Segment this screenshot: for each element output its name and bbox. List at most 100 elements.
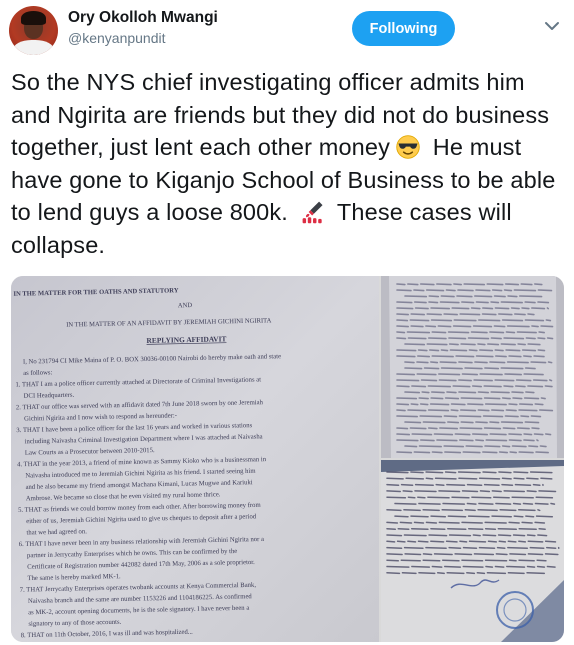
text-stroke	[495, 355, 507, 358]
text-stroke	[438, 373, 461, 376]
avatar-shoulders	[13, 40, 54, 55]
text-stroke	[447, 515, 467, 518]
display-name[interactable]: Ory Okolloh Mwangi	[68, 9, 218, 27]
text-stroke	[451, 307, 470, 310]
text-stroke	[400, 559, 421, 562]
text-stroke	[445, 289, 456, 292]
text-stroke	[521, 307, 530, 310]
text-stroke	[513, 289, 537, 292]
photo-affidavit-page-2[interactable]	[381, 276, 564, 458]
text-stroke	[413, 301, 427, 304]
text-stroke	[403, 534, 427, 537]
text-stroke	[475, 355, 494, 358]
text-stroke	[396, 540, 406, 543]
text-stroke	[431, 451, 443, 454]
text-stroke	[396, 283, 406, 286]
text-stroke	[518, 540, 527, 543]
text-stroke	[475, 289, 491, 292]
text-stroke	[527, 553, 544, 556]
text-stroke	[491, 409, 505, 412]
text-stroke	[518, 559, 535, 562]
text-stroke	[419, 415, 443, 418]
text-stroke	[417, 540, 429, 543]
chevron-down-icon[interactable]	[542, 16, 562, 36]
text-stroke	[396, 289, 412, 292]
text-stroke	[547, 361, 553, 364]
text-stroke	[438, 379, 457, 382]
text-stroke	[437, 325, 452, 328]
text-stroke	[538, 331, 545, 334]
text-stroke	[431, 565, 443, 568]
photo-affidavit-page-3[interactable]	[381, 460, 564, 642]
text-stroke	[397, 527, 410, 531]
text-stroke	[414, 490, 437, 493]
text-stroke	[475, 301, 489, 304]
text-stroke	[517, 343, 526, 346]
doc-and: AND	[178, 302, 193, 309]
text-stroke	[386, 496, 407, 499]
text-stroke	[479, 349, 494, 352]
text-stroke	[403, 509, 421, 512]
text-stroke	[433, 433, 454, 436]
text-stroke	[431, 331, 447, 334]
text-stroke	[521, 349, 537, 352]
text-stroke	[544, 553, 559, 556]
text-stroke	[467, 515, 490, 518]
text-stroke	[450, 403, 466, 406]
text-stroke	[462, 565, 484, 568]
text-stroke	[467, 337, 490, 340]
doc-line: DCI Headquarters.	[24, 392, 75, 400]
text-stroke	[491, 490, 502, 493]
text-stroke	[410, 515, 429, 518]
text-stroke	[537, 301, 550, 304]
text-stroke	[406, 331, 431, 334]
text-stroke	[419, 403, 429, 406]
text-stroke	[489, 433, 507, 436]
text-stroke	[536, 565, 546, 568]
text-stroke	[526, 477, 539, 480]
text-stroke	[422, 509, 440, 512]
text-stroke	[478, 319, 501, 322]
text-stroke	[475, 439, 485, 442]
text-stroke	[516, 427, 530, 430]
text-stroke	[499, 509, 517, 512]
text-stroke	[470, 307, 481, 310]
text-stroke	[444, 471, 457, 474]
avatar[interactable]	[9, 6, 58, 55]
text-stroke	[440, 367, 463, 370]
text-stroke	[448, 534, 472, 537]
photo-main-affidavit[interactable]: IN THE MATTER FOR THE OATHS AND STATUTOR…	[11, 276, 379, 642]
text-stroke	[422, 559, 441, 562]
text-stroke	[396, 313, 409, 316]
text-stroke	[504, 415, 519, 418]
text-stroke	[546, 565, 556, 568]
text-stroke	[508, 433, 522, 436]
text-stroke	[409, 319, 430, 322]
text-stroke	[435, 483, 445, 486]
text-stroke	[396, 403, 410, 406]
nail-polish-icon	[302, 201, 323, 224]
user-handle[interactable]: @kenyanpundit	[68, 30, 166, 46]
text-stroke	[448, 337, 467, 340]
text-stroke	[436, 439, 458, 442]
text-stroke	[538, 527, 546, 531]
text-stroke	[487, 343, 500, 346]
text-stroke	[508, 559, 517, 562]
text-stroke	[386, 483, 400, 486]
text-stroke	[526, 572, 546, 575]
following-button[interactable]: Following	[352, 11, 455, 46]
text-stroke	[490, 301, 500, 304]
text-stroke	[461, 301, 475, 304]
text-stroke	[518, 409, 538, 412]
text-stroke	[444, 565, 462, 568]
text-stroke	[386, 540, 396, 543]
text-stroke	[477, 509, 498, 512]
text-stroke	[396, 331, 406, 334]
text-stroke	[501, 397, 511, 400]
text-stroke	[490, 337, 502, 340]
text-stroke	[459, 427, 483, 430]
text-stroke	[503, 337, 525, 340]
text-stroke	[410, 471, 424, 474]
text-stroke	[459, 540, 468, 543]
text-stroke	[524, 421, 540, 424]
